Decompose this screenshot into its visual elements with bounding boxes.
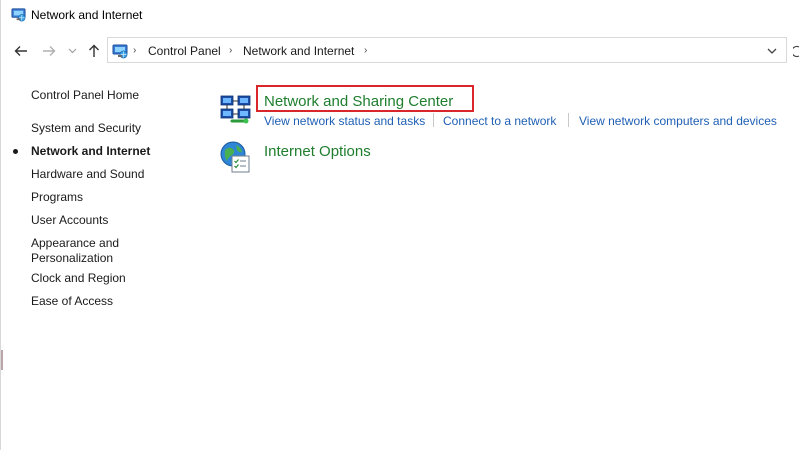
- breadcrumb-separator-icon[interactable]: ›: [364, 45, 367, 56]
- breadcrumb-control-panel[interactable]: Control Panel: [148, 44, 221, 58]
- sidebar-item-user-accounts[interactable]: User Accounts: [31, 213, 108, 228]
- arrow-up-icon: [89, 44, 99, 57]
- window-edge-divider: [1, 350, 3, 370]
- link-divider: [433, 113, 434, 127]
- refresh-icon[interactable]: [793, 44, 800, 58]
- view-network-status-link[interactable]: View network status and tasks: [264, 114, 425, 128]
- up-button[interactable]: [85, 36, 103, 66]
- chevron-down-icon: [68, 48, 76, 54]
- network-internet-icon: [112, 44, 128, 59]
- sidebar-item-appearance-personalization[interactable]: Appearance and Personalization: [31, 236, 141, 266]
- sidebar-item-hardware-sound[interactable]: Hardware and Sound: [31, 167, 144, 182]
- breadcrumb-network-internet[interactable]: Network and Internet: [243, 44, 354, 58]
- recent-locations-button[interactable]: [65, 36, 79, 66]
- address-bar[interactable]: › Control Panel › Network and Internet ›: [107, 37, 787, 63]
- breadcrumb-separator-icon[interactable]: ›: [229, 45, 232, 56]
- chevron-down-icon[interactable]: [766, 45, 778, 57]
- active-bullet-icon: [13, 149, 18, 154]
- back-button[interactable]: [11, 36, 31, 66]
- sidebar-item-programs[interactable]: Programs: [31, 190, 83, 205]
- view-network-computers-link[interactable]: View network computers and devices: [579, 114, 777, 128]
- arrow-left-icon: [14, 46, 27, 56]
- breadcrumb-separator-icon[interactable]: ›: [133, 45, 136, 56]
- connect-to-network-link[interactable]: Connect to a network: [443, 114, 556, 128]
- window-title: Network and Internet: [31, 8, 143, 22]
- sidebar-item-ease-of-access[interactable]: Ease of Access: [31, 294, 113, 309]
- network-internet-icon: [11, 8, 26, 22]
- sidebar-item-clock-region[interactable]: Clock and Region: [31, 271, 126, 286]
- arrow-right-icon: [43, 46, 56, 56]
- sidebar-item-control-panel-home[interactable]: Control Panel Home: [31, 88, 139, 103]
- sidebar-item-system-security[interactable]: System and Security: [31, 121, 141, 136]
- internet-options-link[interactable]: Internet Options: [264, 143, 371, 160]
- control-panel-window: Network and Internet › Control Panel › N…: [0, 0, 800, 450]
- network-sharing-center-icon[interactable]: [219, 92, 253, 126]
- highlight-box: [256, 85, 474, 112]
- forward-button[interactable]: [39, 36, 59, 66]
- navigation-bar: › Control Panel › Network and Internet ›: [1, 36, 800, 66]
- title-bar: Network and Internet: [1, 0, 800, 30]
- internet-options-icon[interactable]: [219, 140, 253, 174]
- sidebar-item-network-internet[interactable]: Network and Internet: [31, 144, 150, 159]
- link-divider: [568, 113, 569, 127]
